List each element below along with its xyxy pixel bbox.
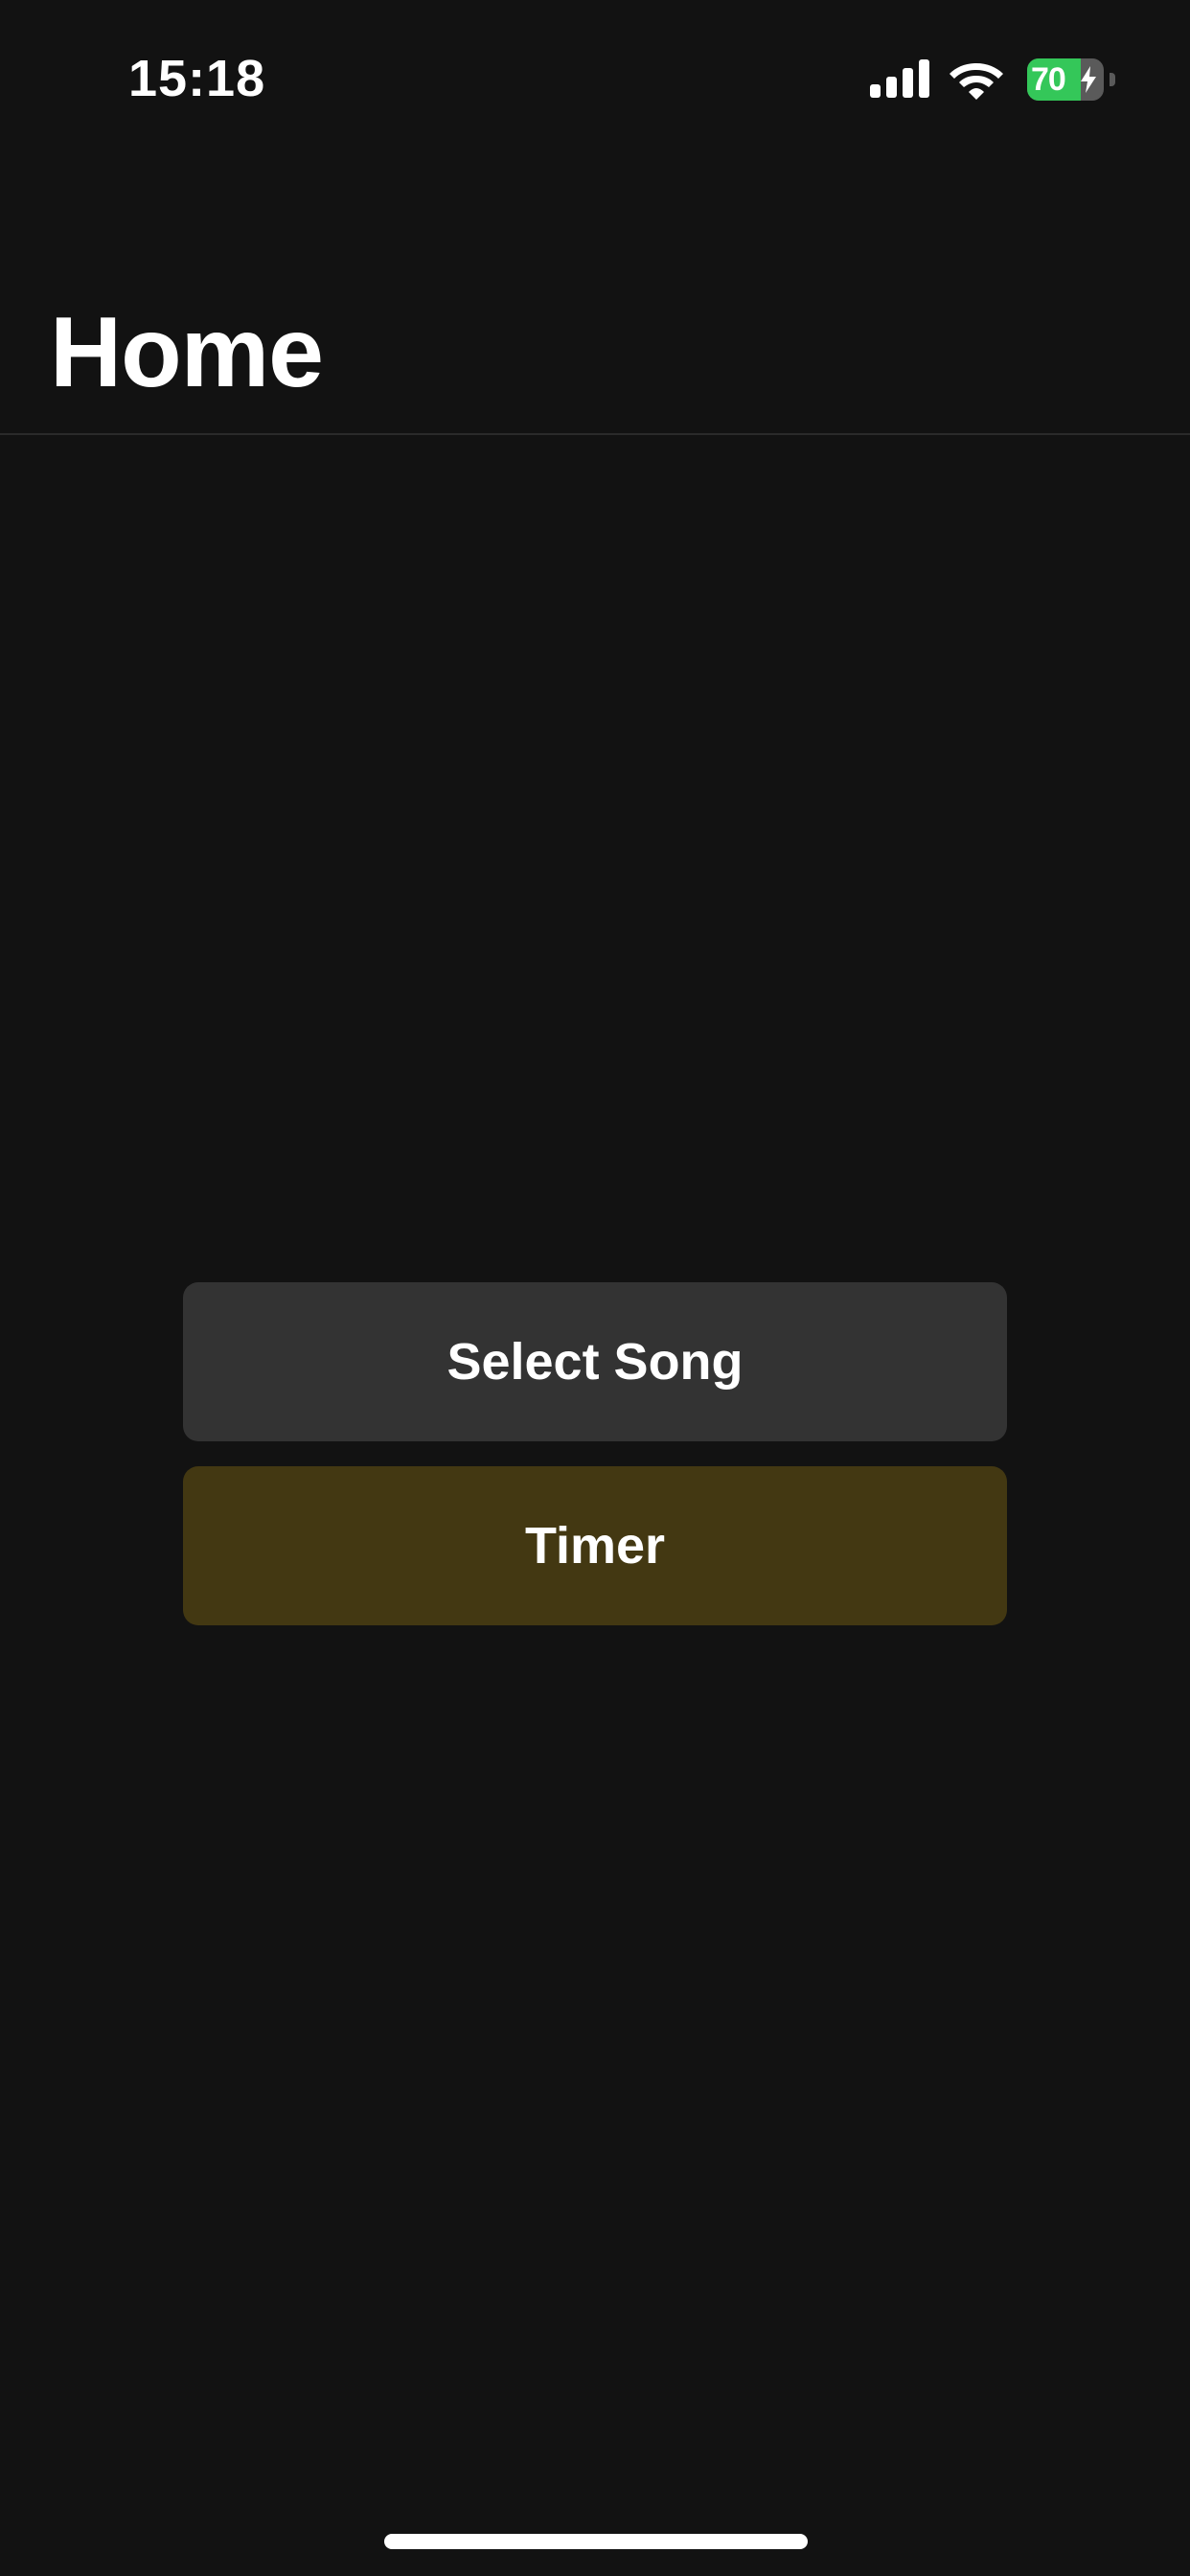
status-bar: 15:18 70	[0, 0, 1190, 153]
battery-cap	[1110, 73, 1115, 86]
battery-level: 70	[1031, 61, 1066, 98]
page-title: Home	[50, 297, 324, 408]
select-song-button[interactable]: Select Song	[183, 1282, 1007, 1441]
cellular-signal-icon	[870, 59, 929, 98]
battery-body: 70	[1027, 58, 1104, 101]
timer-button[interactable]: Timer	[183, 1466, 1007, 1625]
charging-bolt-icon	[1081, 66, 1096, 93]
battery-indicator: 70	[1027, 58, 1115, 101]
home-indicator[interactable]	[384, 2534, 808, 2549]
navigation-header: Home	[0, 153, 1190, 435]
wifi-icon	[950, 63, 1003, 100]
status-time: 15:18	[128, 50, 266, 107]
